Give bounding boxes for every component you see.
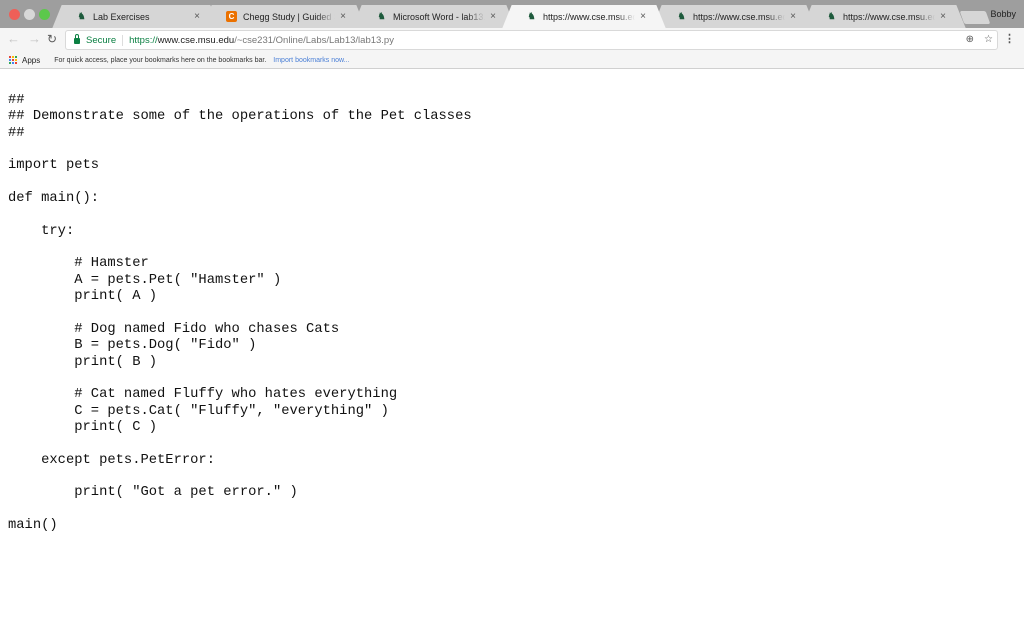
apps-grid-dot	[12, 58, 14, 61]
msu-spartan-icon: ♞	[77, 11, 86, 21]
msu-spartan-icon: ♞	[377, 11, 386, 21]
tab-cse-active[interactable]: ♞ https://www.cse.msu.edu/~cse231 ×	[512, 5, 656, 28]
code-line: # Dog named Fido who chases Cats	[8, 321, 340, 337]
tab-close-icon[interactable]: ×	[938, 11, 948, 22]
window-minimize-button[interactable]	[24, 9, 35, 20]
menu-dots-icon[interactable]: ⋮	[1004, 32, 1015, 45]
code-line: C = pets.Cat( "Fluffy", "everything" )	[8, 403, 389, 419]
code-line: A = pets.Pet( "Hamster" )	[8, 272, 282, 288]
msu-spartan-icon: ♞	[827, 11, 836, 21]
tab-strip: ♞ Lab Exercises × C Chegg Study | Guided…	[0, 0, 1024, 28]
tab-title: https://www.cse.msu.edu/~cse231	[693, 11, 785, 22]
zoom-icon[interactable]: ⊕	[966, 34, 974, 45]
tab-title: Microsoft Word - lab13.docx	[393, 11, 485, 22]
tab-title: Chegg Study | Guided Solutions	[243, 11, 335, 22]
tab-title: https://www.cse.msu.edu/~cse231	[543, 11, 635, 22]
reload-icon[interactable]: ↻	[47, 32, 57, 46]
tab-close-icon[interactable]: ×	[488, 11, 498, 22]
code-line: B = pets.Dog( "Fido" )	[8, 338, 257, 354]
apps-grid-dot	[12, 62, 14, 65]
tab-title: https://www.cse.msu.edu/~cse231	[843, 11, 935, 22]
forward-arrow-icon[interactable]: →	[28, 31, 41, 46]
code-line: ##	[8, 125, 25, 141]
code-line: main()	[8, 517, 58, 533]
tab-cse-3[interactable]: ♞ https://www.cse.msu.edu/~cse231 ×	[812, 5, 956, 28]
code-line: # Cat named Fluffy who hates everything	[8, 387, 398, 403]
code-line: print( B )	[8, 354, 158, 370]
chegg-icon: C	[226, 11, 237, 22]
code-line: print( "Got a pet error." )	[8, 485, 298, 501]
code-line: try:	[8, 223, 75, 239]
tab-cse-2[interactable]: ♞ https://www.cse.msu.edu/~cse231 ×	[662, 5, 806, 28]
code-line: # Hamster	[8, 256, 149, 272]
apps-grid-dot	[9, 55, 11, 58]
tab-lab-exercises[interactable]: ♞ Lab Exercises ×	[62, 5, 210, 28]
tab-microsoft-word[interactable]: ♞ Microsoft Word - lab13.docx ×	[362, 5, 506, 28]
apps-grid-icon[interactable]	[9, 55, 18, 65]
new-tab-button[interactable]	[959, 11, 991, 24]
page-content: ## ## Demonstrate some of the operations …	[0, 69, 1024, 640]
tab-title: Lab Exercises	[93, 11, 150, 22]
import-bookmarks-link[interactable]: Import bookmarks now...	[273, 57, 349, 64]
code-line: print( C )	[8, 419, 158, 435]
url-host: www.cse.msu.edu	[157, 34, 235, 46]
url-path: /~cse231/Online/Labs/Lab13/lab13.py	[234, 34, 394, 46]
tab-close-icon[interactable]: ×	[338, 11, 348, 22]
bookmarks-bar: Apps For quick access, place your bookma…	[0, 52, 1024, 69]
tab-close-icon[interactable]: ×	[192, 11, 202, 22]
apps-button[interactable]: Apps	[22, 56, 40, 65]
address-bar[interactable]: Secure https:// www.cse.msu.edu /~cse231…	[65, 30, 998, 50]
window-close-button[interactable]	[9, 9, 20, 20]
secure-label: Secure	[86, 34, 124, 46]
msu-spartan-icon: ♞	[677, 11, 686, 21]
apps-grid-dot	[15, 55, 17, 58]
apps-grid-dot	[15, 58, 17, 61]
tab-chegg[interactable]: C Chegg Study | Guided Solutions ×	[212, 5, 356, 28]
python-source-code: ## ## Demonstrate some of the operations …	[8, 93, 472, 534]
apps-grid-dot	[9, 62, 11, 65]
apps-grid-dot	[15, 62, 17, 65]
profile-name[interactable]: Bobby	[990, 9, 1016, 19]
tab-close-icon[interactable]: ×	[638, 11, 648, 22]
code-line: ##	[8, 93, 25, 108]
msu-spartan-icon: ♞	[527, 11, 536, 21]
tab-close-icon[interactable]: ×	[788, 11, 798, 22]
code-line: print( A )	[8, 289, 158, 305]
apps-grid-dot	[9, 58, 11, 61]
lock-icon	[74, 34, 80, 44]
code-line: ## Demonstrate some of the operations of…	[8, 109, 472, 125]
code-line: except pets.PetError:	[8, 452, 215, 468]
browser-toolbar: ← → ↻ Secure https:// www.cse.msu.edu /~…	[0, 28, 1024, 52]
apps-grid-dot	[12, 55, 14, 58]
bookmark-star-icon[interactable]: ☆	[984, 34, 993, 45]
code-line: def main():	[8, 191, 100, 207]
url-scheme: https://	[129, 34, 158, 46]
code-line: import pets	[8, 158, 100, 174]
back-arrow-icon[interactable]: ←	[7, 31, 20, 46]
window-maximize-button[interactable]	[39, 9, 50, 20]
bookmarks-hint: For quick access, place your bookmarks h…	[54, 56, 267, 64]
